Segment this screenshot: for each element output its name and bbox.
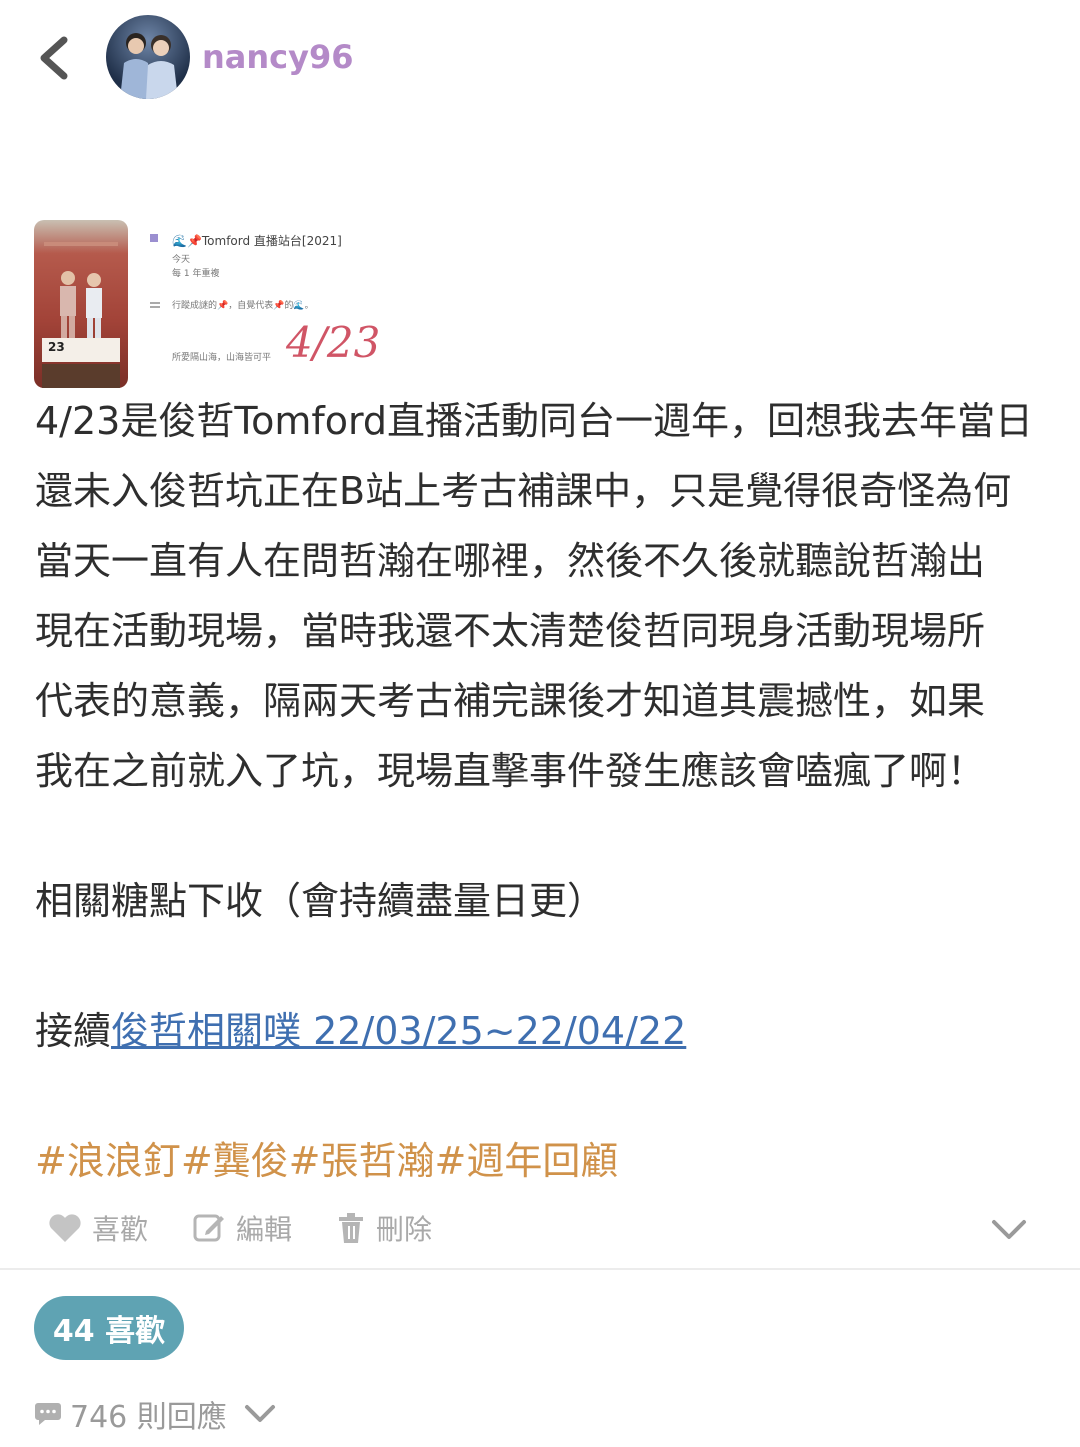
note-menu-icon [150,306,160,308]
related-post-link[interactable]: 俊哲相關噗 22/03/25~22/04/22 [111,1009,686,1053]
calendar-day-number: 23 [48,340,65,354]
post-paragraph-line: 現在活動現場，當時我還不太清楚俊哲同現身活動現場所 [35,609,986,653]
post-paragraph-line: 代表的意義，隔兩天考古補完課後才知道其震撼性，如果 [35,679,986,723]
handwritten-date: 4/23 [286,318,381,367]
note-title: 🌊📌Tomford 直播站台[2021] [172,234,342,248]
avatar[interactable] [106,15,190,99]
delete-button[interactable]: 刪除 [336,1208,432,1248]
post-paragraph-line: 還未入俊哲坑正在B站上考古補課中，只是覺得很奇怪為何 [35,469,1012,513]
continue-prefix: 接續 [35,1009,112,1053]
note-bullet-icon [150,234,158,242]
trash-icon [339,1213,363,1243]
replies-count: 746 則回應 [70,1400,227,1435]
note-line: 每 1 年重複 [172,269,220,279]
heart-icon [49,1214,81,1242]
username[interactable]: nancy96 [202,38,354,76]
hashtags[interactable]: #浪浪釘#龔俊#張哲瀚#週年回顧 [35,1126,1055,1196]
chevron-down-icon [244,1405,275,1422]
post-actions: 喜歡 編輯 刪除 [0,1200,1080,1260]
related-note: 相關糖點下收（會持續盡量日更） [35,879,606,923]
note-line: 今天 [172,255,191,265]
likes-count-badge[interactable]: 44 喜歡 [34,1296,184,1360]
continue-line: 接續俊哲相關噗 22/03/25~22/04/22 [35,996,1055,1066]
delete-label: 刪除 [376,1213,433,1246]
replies-toggle[interactable]: 746 則回應 [34,1392,277,1436]
post-paragraph-line: 當天一直有人在問哲瀚在哪裡，然後不久後就聽說哲瀚出 [35,539,986,583]
like-label: 喜歡 [92,1213,149,1246]
screenshot-note: 🌊📌Tomford 直播站台[2021] 今天 每 1 年重複 行蹤成謎的📌，自… [146,222,380,392]
post-paragraph-line: 我在之前就入了坑，現場直擊事件發生應該會嗑瘋了啊！ [35,749,986,793]
note-menu-icon [150,302,160,304]
photo-image [42,242,120,388]
chevron-down-icon[interactable] [990,1218,1028,1242]
note-line: 所愛隔山海，山海皆可平 [172,353,272,363]
divider [0,1268,1080,1270]
post-content: 4/23是俊哲Tomford直播活動同台一週年，回想我去年當日 還未入俊哲坑正在… [35,386,1055,1196]
note-line: 行蹤成謎的📌，自覺代表📌的🌊。 [172,301,314,311]
attached-photo[interactable]: 23 [34,220,128,388]
like-button[interactable]: 喜歡 [48,1208,148,1248]
post-paragraph-line: 4/23是俊哲Tomford直播活動同台一週年，回想我去年當日 [35,399,1034,443]
edit-icon [193,1214,224,1242]
edit-label: 編輯 [236,1213,293,1246]
edit-button[interactable]: 編輯 [192,1208,292,1248]
avatar-image [120,33,178,99]
speech-bubble-icon [35,1403,61,1425]
back-arrow-icon[interactable] [34,34,74,82]
header: nancy96 [0,0,1080,120]
